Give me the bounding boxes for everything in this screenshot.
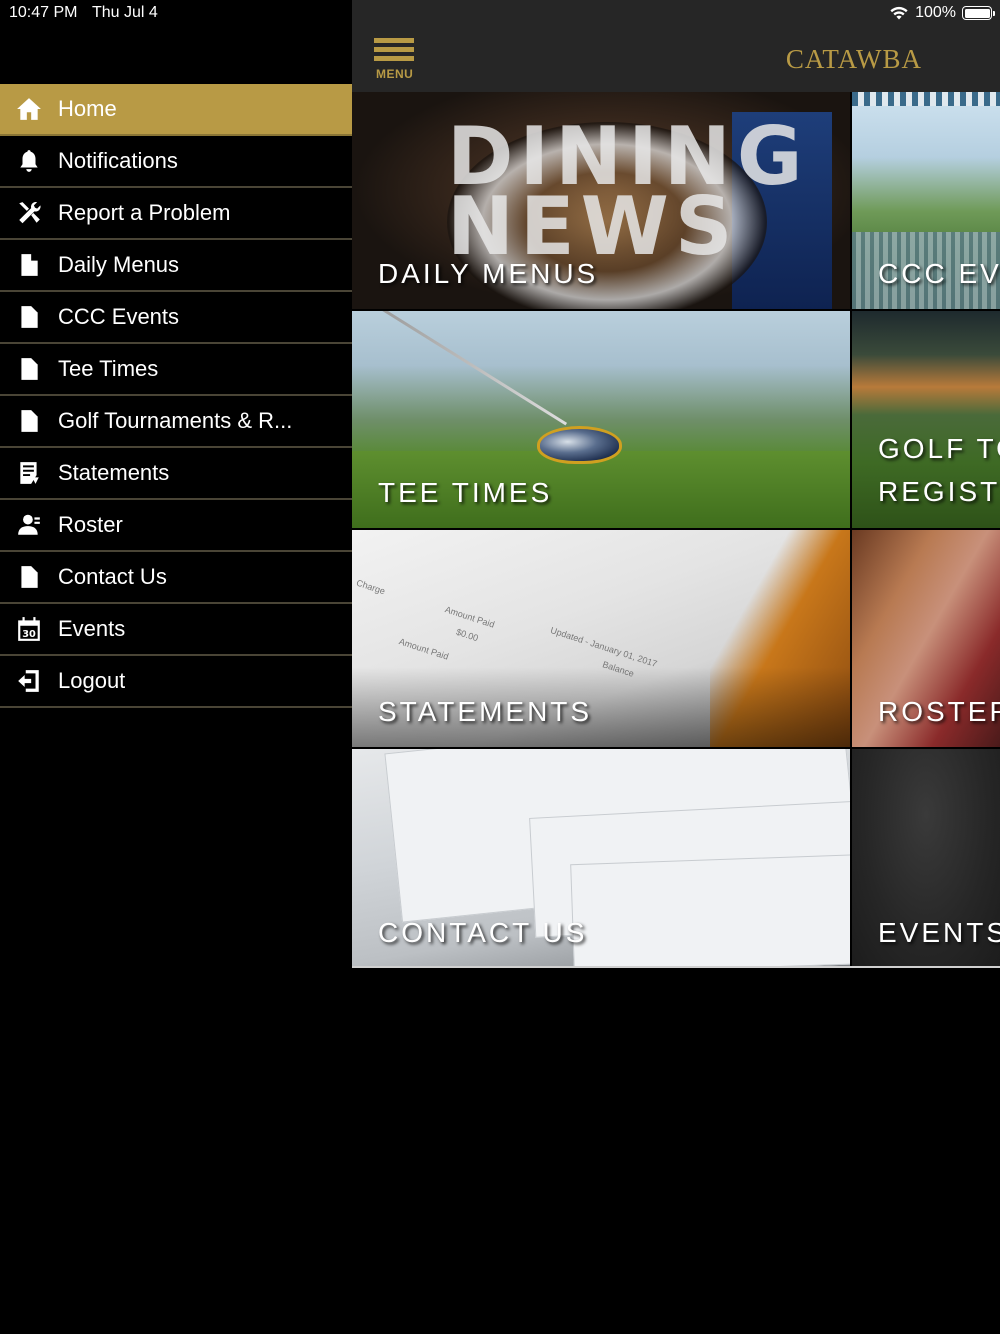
document-icon: [0, 564, 58, 590]
sidebar-item-events[interactable]: 30 Events: [0, 604, 352, 656]
tile-label-line: GOLF TO: [878, 433, 1000, 464]
sidebar-item-label: Tee Times: [58, 356, 159, 381]
golf-club-shaft: [370, 311, 568, 426]
home-icon: [0, 96, 58, 122]
tile-statements[interactable]: Charge Amount Paid Updated - January 01,…: [352, 530, 850, 747]
bell-icon: [0, 148, 58, 174]
calendar-icon: 30: [0, 616, 58, 642]
statement-text: Balance: [601, 659, 636, 679]
document-icon: [0, 408, 58, 434]
tile-label: CONTACT US: [378, 917, 588, 948]
sidebar-item-label: Statements: [58, 460, 170, 485]
sidebar-item-tee-times[interactable]: Tee Times: [0, 344, 352, 396]
tile-contact-us[interactable]: CONTACT US: [352, 749, 850, 968]
status-date: Thu Jul 4: [92, 4, 158, 21]
sidebar-item-label: Roster: [58, 512, 123, 537]
tile-label-line: REGISTI: [878, 476, 1000, 507]
tile-roster[interactable]: ROSTER: [852, 530, 1000, 747]
battery-icon: [962, 6, 995, 20]
tile-events[interactable]: EVENTS: [852, 749, 1000, 968]
home-tiles: DINING NEWS DAILY MENUS CCC EVE TEE TIME…: [352, 92, 1000, 968]
sidebar-item-label: Logout: [58, 668, 126, 693]
tile-tee-times[interactable]: TEE TIMES: [352, 311, 850, 528]
sidebar-item-label: Golf Tournaments & R...: [58, 408, 293, 433]
main-content: MENU CATAWBA DINING NEWS DAILY MENUS CCC…: [352, 0, 1000, 1334]
document-icon: [0, 304, 58, 330]
sidebar-item-label: Notifications: [58, 148, 178, 173]
statement-icon: [0, 460, 58, 486]
battery-fill: [964, 8, 990, 18]
sidebar: Home Notifications Report a Problem Dail…: [0, 0, 352, 1334]
menu-bar-line: [374, 38, 414, 43]
document-icon: [0, 356, 58, 382]
envelope-image: [570, 853, 850, 968]
sidebar-menu: Home Notifications Report a Problem Dail…: [0, 84, 352, 708]
calendar-icon-day: 30: [22, 629, 36, 640]
menu-bar-line: [374, 56, 414, 61]
document-icon: [0, 252, 58, 278]
sidebar-item-daily-menus[interactable]: Daily Menus: [0, 240, 352, 292]
sidebar-item-notifications[interactable]: Notifications: [0, 136, 352, 188]
sidebar-item-golf-tournaments[interactable]: Golf Tournaments & R...: [0, 396, 352, 448]
status-time: 10:47 PM: [9, 4, 78, 21]
sidebar-item-label: Report a Problem: [58, 200, 231, 225]
tools-icon: [0, 200, 58, 226]
sidebar-item-logout[interactable]: Logout: [0, 656, 352, 708]
sidebar-item-statements[interactable]: Statements: [0, 448, 352, 500]
tile-golf-tournaments[interactable]: GOLF TO REGISTI: [852, 311, 1000, 528]
tile-label: TEE TIMES: [378, 477, 553, 508]
brand-logo: CATAWBA: [785, 44, 922, 74]
tile-label: STATEMENTS: [378, 696, 593, 727]
sidebar-item-label: Daily Menus: [58, 252, 180, 277]
tiles-divider: [352, 966, 1000, 968]
sidebar-item-label: CCC Events: [58, 304, 180, 329]
sidebar-item-label: Contact Us: [58, 564, 167, 589]
tile-label: CCC EVE: [878, 258, 1000, 289]
menu-bar-line: [374, 47, 414, 52]
sidebar-item-ccc-events[interactable]: CCC Events: [0, 292, 352, 344]
battery-percent: 100%: [915, 4, 956, 21]
tile-label: ROSTER: [878, 696, 1000, 727]
statement-text: $0.00: [455, 626, 480, 644]
roster-icon: [0, 512, 58, 538]
sidebar-item-label: Events: [58, 616, 126, 641]
tile-image-text: DINING NEWS: [447, 110, 809, 273]
sidebar-item-contact-us[interactable]: Contact Us: [0, 552, 352, 604]
statement-text: Amount Paid: [443, 604, 496, 630]
tile-daily-menus[interactable]: DINING NEWS DAILY MENUS: [352, 92, 850, 309]
status-bar: 10:47 PM Thu Jul 4 100%: [0, 0, 1000, 26]
sidebar-item-home[interactable]: Home: [0, 84, 352, 136]
statement-text: Charge: [355, 577, 387, 597]
logout-icon: [0, 668, 58, 694]
tile-label: DAILY MENUS: [378, 258, 599, 289]
sidebar-item-roster[interactable]: Roster: [0, 500, 352, 552]
sidebar-item-report-a-problem[interactable]: Report a Problem: [0, 188, 352, 240]
golf-club-head: [537, 426, 622, 464]
statement-text: Amount Paid: [397, 636, 450, 662]
wifi-icon: [890, 6, 908, 20]
status-indicators: 100%: [889, 4, 995, 22]
tile-label: GOLF TO REGISTI: [878, 427, 1000, 513]
tile-ccc-events[interactable]: CCC EVE: [852, 92, 1000, 309]
tile-label: EVENTS: [878, 917, 1000, 948]
menu-button-label: MENU: [376, 67, 414, 81]
sidebar-item-label: Home: [58, 96, 117, 121]
